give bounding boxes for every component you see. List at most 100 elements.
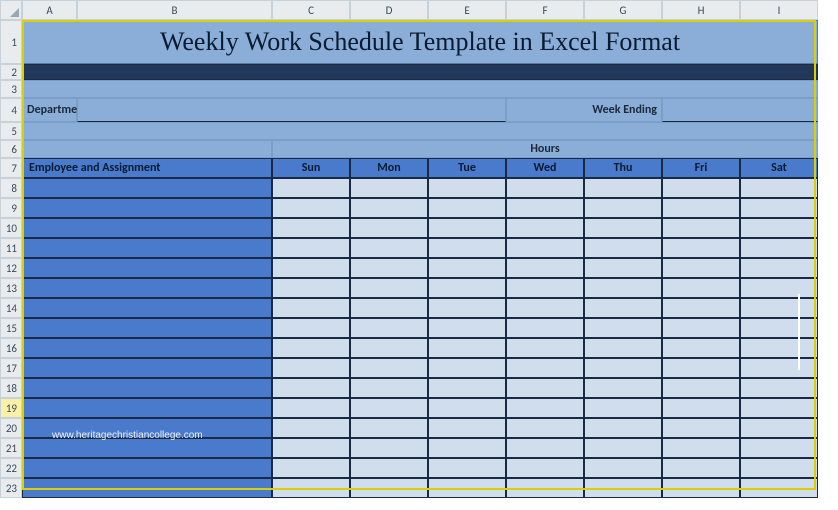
hours-cell-8-Wed[interactable] bbox=[506, 178, 584, 198]
week-ending-input[interactable] bbox=[662, 98, 818, 122]
hours-cell-16-Wed[interactable] bbox=[506, 338, 584, 358]
hours-cell-9-Wed[interactable] bbox=[506, 198, 584, 218]
hours-cell-15-Fri[interactable] bbox=[662, 318, 740, 338]
employee-cell-17[interactable] bbox=[22, 358, 272, 378]
hours-cell-18-Tue[interactable] bbox=[428, 378, 506, 398]
hours-cell-15-Mon[interactable] bbox=[350, 318, 428, 338]
employee-cell-11[interactable] bbox=[22, 238, 272, 258]
hours-cell-22-Sun[interactable] bbox=[272, 458, 350, 478]
hours-cell-8-Thu[interactable] bbox=[584, 178, 662, 198]
hours-cell-12-Wed[interactable] bbox=[506, 258, 584, 278]
hours-cell-18-Thu[interactable] bbox=[584, 378, 662, 398]
col-header-B[interactable]: B bbox=[77, 0, 272, 20]
hours-cell-15-Sat[interactable] bbox=[740, 318, 818, 338]
row-header-23[interactable]: 23 bbox=[0, 478, 22, 498]
hours-cell-13-Tue[interactable] bbox=[428, 278, 506, 298]
col-header-A[interactable]: A bbox=[22, 0, 77, 20]
row-header-12[interactable]: 12 bbox=[0, 258, 22, 278]
employee-cell-14[interactable] bbox=[22, 298, 272, 318]
employee-cell-8[interactable] bbox=[22, 178, 272, 198]
hours-cell-10-Tue[interactable] bbox=[428, 218, 506, 238]
col-header-H[interactable]: H bbox=[662, 0, 740, 20]
hours-cell-11-Sat[interactable] bbox=[740, 238, 818, 258]
hours-cell-22-Wed[interactable] bbox=[506, 458, 584, 478]
hours-cell-12-Sat[interactable] bbox=[740, 258, 818, 278]
row-header-6[interactable]: 6 bbox=[0, 140, 22, 158]
hours-cell-17-Thu[interactable] bbox=[584, 358, 662, 378]
col-header-E[interactable]: E bbox=[428, 0, 506, 20]
employee-cell-18[interactable] bbox=[22, 378, 272, 398]
hours-cell-18-Mon[interactable] bbox=[350, 378, 428, 398]
hours-cell-18-Fri[interactable] bbox=[662, 378, 740, 398]
hours-cell-14-Thu[interactable] bbox=[584, 298, 662, 318]
day-header-wed[interactable]: Wed bbox=[506, 158, 584, 178]
hours-cell-12-Fri[interactable] bbox=[662, 258, 740, 278]
hours-cell-9-Sun[interactable] bbox=[272, 198, 350, 218]
hours-cell-21-Tue[interactable] bbox=[428, 438, 506, 458]
hours-cell-20-Wed[interactable] bbox=[506, 418, 584, 438]
row-header-14[interactable]: 14 bbox=[0, 298, 22, 318]
hours-cell-18-Sat[interactable] bbox=[740, 378, 818, 398]
hours-cell-23-Sat[interactable] bbox=[740, 478, 818, 498]
hours-cell-21-Fri[interactable] bbox=[662, 438, 740, 458]
hours-cell-13-Fri[interactable] bbox=[662, 278, 740, 298]
hours-cell-20-Thu[interactable] bbox=[584, 418, 662, 438]
hours-cell-11-Wed[interactable] bbox=[506, 238, 584, 258]
hours-cell-15-Sun[interactable] bbox=[272, 318, 350, 338]
hours-cell-19-Tue[interactable] bbox=[428, 398, 506, 418]
hours-cell-17-Mon[interactable] bbox=[350, 358, 428, 378]
row-header-18[interactable]: 18 bbox=[0, 378, 22, 398]
employee-cell-22[interactable] bbox=[22, 458, 272, 478]
hours-cell-18-Wed[interactable] bbox=[506, 378, 584, 398]
hours-cell-22-Mon[interactable] bbox=[350, 458, 428, 478]
hours-cell-8-Fri[interactable] bbox=[662, 178, 740, 198]
hours-cell-10-Wed[interactable] bbox=[506, 218, 584, 238]
employee-header[interactable]: Employee and Assignment bbox=[22, 158, 272, 178]
hours-cell-23-Mon[interactable] bbox=[350, 478, 428, 498]
employee-cell-23[interactable] bbox=[22, 478, 272, 498]
hours-cell-11-Sun[interactable] bbox=[272, 238, 350, 258]
employee-cell-20[interactable] bbox=[22, 418, 272, 438]
row-header-11[interactable]: 11 bbox=[0, 238, 22, 258]
hours-cell-13-Mon[interactable] bbox=[350, 278, 428, 298]
hours-cell-15-Thu[interactable] bbox=[584, 318, 662, 338]
row-header-5[interactable]: 5 bbox=[0, 122, 22, 140]
row-header-20[interactable]: 20 bbox=[0, 418, 22, 438]
row-header-10[interactable]: 10 bbox=[0, 218, 22, 238]
hours-cell-22-Fri[interactable] bbox=[662, 458, 740, 478]
col-header-G[interactable]: G bbox=[584, 0, 662, 20]
employee-cell-9[interactable] bbox=[22, 198, 272, 218]
employee-cell-15[interactable] bbox=[22, 318, 272, 338]
hours-cell-20-Sat[interactable] bbox=[740, 418, 818, 438]
employee-cell-19[interactable] bbox=[22, 398, 272, 418]
hours-cell-11-Tue[interactable] bbox=[428, 238, 506, 258]
hours-cell-16-Tue[interactable] bbox=[428, 338, 506, 358]
hours-cell-15-Tue[interactable] bbox=[428, 318, 506, 338]
hours-cell-16-Mon[interactable] bbox=[350, 338, 428, 358]
hours-cell-12-Mon[interactable] bbox=[350, 258, 428, 278]
employee-cell-16[interactable] bbox=[22, 338, 272, 358]
hours-cell-21-Sun[interactable] bbox=[272, 438, 350, 458]
hours-cell-21-Wed[interactable] bbox=[506, 438, 584, 458]
hours-cell-10-Thu[interactable] bbox=[584, 218, 662, 238]
hours-cell-11-Mon[interactable] bbox=[350, 238, 428, 258]
hours-cell-22-Tue[interactable] bbox=[428, 458, 506, 478]
hours-cell-9-Sat[interactable] bbox=[740, 198, 818, 218]
header-spacer-5[interactable] bbox=[22, 122, 818, 140]
hours-cell-14-Wed[interactable] bbox=[506, 298, 584, 318]
hours-cell-12-Thu[interactable] bbox=[584, 258, 662, 278]
hours-cell-17-Sun[interactable] bbox=[272, 358, 350, 378]
row-header-1[interactable]: 1 bbox=[0, 20, 22, 64]
hours-cell-23-Tue[interactable] bbox=[428, 478, 506, 498]
hours-cell-23-Thu[interactable] bbox=[584, 478, 662, 498]
hours-cell-19-Thu[interactable] bbox=[584, 398, 662, 418]
employee-cell-10[interactable] bbox=[22, 218, 272, 238]
hours-cell-10-Sat[interactable] bbox=[740, 218, 818, 238]
select-all-corner[interactable] bbox=[0, 0, 22, 20]
col-header-F[interactable]: F bbox=[506, 0, 584, 20]
day-header-sat[interactable]: Sat bbox=[740, 158, 818, 178]
hours-cell-21-Sat[interactable] bbox=[740, 438, 818, 458]
hours-cell-20-Tue[interactable] bbox=[428, 418, 506, 438]
hours-cell-19-Sun[interactable] bbox=[272, 398, 350, 418]
hours-cell-17-Wed[interactable] bbox=[506, 358, 584, 378]
